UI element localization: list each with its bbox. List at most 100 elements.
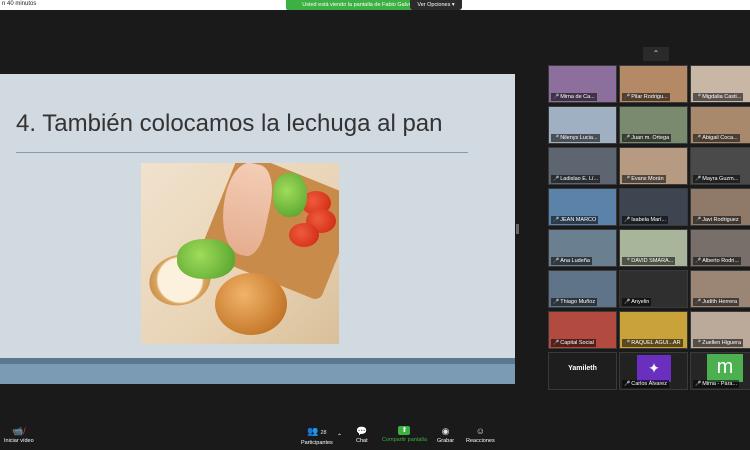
- participant-name: 🎤DAVID SMARA...: [622, 257, 676, 265]
- participant-tile[interactable]: 🎤Migdalia Casti...: [690, 65, 750, 103]
- mic-muted-icon: 🎤: [553, 94, 560, 100]
- slide-divider: [16, 152, 468, 153]
- participant-name-text: DAVID SMARA...: [631, 258, 674, 264]
- chat-icon: 💬: [356, 426, 368, 436]
- tomato-slice: [289, 223, 319, 247]
- participant-name-text: JEAN MARCO: [560, 217, 597, 223]
- participants-button[interactable]: 👥 28 Participantes: [301, 426, 333, 447]
- participant-name-text: Pilar Rodrigu...: [631, 94, 668, 100]
- participant-tile[interactable]: 🎤RAQUEL AGUI...AR: [619, 311, 688, 349]
- participant-name: 🎤Zuellen Higuera: [693, 339, 744, 347]
- reactions-icon: ☺: [475, 426, 485, 436]
- participant-tile[interactable]: 🎤DAVID SMARA...: [619, 229, 688, 267]
- participant-tile[interactable]: 🎤Juan m. Ortega: [619, 106, 688, 144]
- mic-muted-icon: 🎤: [553, 340, 560, 346]
- participant-tile[interactable]: 🎤JEAN MARCO: [548, 188, 617, 226]
- participant-name: 🎤Mirna de Ca...: [551, 93, 597, 101]
- mic-muted-icon: 🎤: [553, 135, 560, 141]
- mic-muted-icon: 🎤: [695, 135, 702, 141]
- participant-name: 🎤Juan m. Ortega: [622, 134, 672, 142]
- gallery-collapse-button[interactable]: ⌃: [643, 47, 669, 61]
- participant-name: 🎤Thiago Muñoz: [551, 298, 598, 306]
- participant-name-display: Yamileth: [568, 365, 597, 372]
- share-screen-button[interactable]: ⬆ Compartir pantalla: [382, 426, 427, 444]
- participant-tile[interactable]: 🎤Evans Morán: [619, 147, 688, 185]
- participant-name-text: Abigail Coca...: [702, 135, 738, 141]
- participant-tile[interactable]: ✦ 🎤Carlos Álvarez: [619, 352, 688, 390]
- participant-name: 🎤RAQUEL AGUI...AR: [622, 339, 683, 347]
- participant-name: 🎤Capital Social: [551, 339, 596, 347]
- meeting-timer: n 40 minutos: [2, 1, 37, 7]
- participants-icon: 👥 28: [307, 426, 327, 436]
- participant-name-text: Juan m. Ortega: [631, 135, 670, 141]
- participant-name-text: Ana Ludeña: [560, 258, 590, 264]
- share-screen-icon: ⬆: [398, 426, 411, 435]
- meeting-toolbar: 📹/ Iniciar vídeo 👥 28 Participantes ⌃ 💬 C…: [0, 422, 750, 450]
- participant-tile[interactable]: 🎤Nilenys Lucia...: [548, 106, 617, 144]
- participant-name: 🎤JEAN MARCO: [551, 216, 599, 224]
- participant-name-text: Anyelin: [631, 299, 650, 305]
- participant-name: 🎤Ana Ludeña: [551, 257, 592, 265]
- participant-name: 🎤Carlos Álvarez: [622, 380, 669, 388]
- participant-tile[interactable]: 🎤Thiago Muñoz: [548, 270, 617, 308]
- participant-tile[interactable]: Yamileth: [548, 352, 617, 390]
- participant-tile[interactable]: 🎤Isabela Marí...: [619, 188, 688, 226]
- participant-name-text: Ladislao E. Lí...: [560, 176, 599, 182]
- split-handle[interactable]: [516, 224, 519, 234]
- participant-avatar: m: [707, 354, 743, 382]
- mic-muted-icon: 🎤: [553, 217, 560, 223]
- participant-name: 🎤Mirna - Para...: [693, 380, 740, 388]
- mic-muted-icon: 🎤: [695, 217, 702, 223]
- mic-muted-icon: 🎤: [695, 340, 702, 346]
- participant-name-text: Zuellen Higuera: [702, 340, 742, 346]
- participant-name-text: Javi Rodriguez: [702, 217, 739, 223]
- mic-muted-icon: 🎤: [624, 381, 631, 387]
- participant-name-text: RAQUEL AGUI...AR: [631, 340, 681, 346]
- participant-tile[interactable]: 🎤Zuellen Higuera: [690, 311, 750, 349]
- participant-tile[interactable]: 🎤Pilar Rodrigu...: [619, 65, 688, 103]
- view-options-button[interactable]: Ver Opciones ▾: [410, 0, 462, 10]
- participant-tile[interactable]: 🎤Ladislao E. Lí...: [548, 147, 617, 185]
- record-button[interactable]: ◉ Grabar: [437, 426, 454, 445]
- start-video-button[interactable]: 📹/ Iniciar vídeo: [4, 426, 34, 445]
- mic-muted-icon: 🎤: [553, 176, 560, 182]
- mic-muted-icon: 🎤: [695, 94, 702, 100]
- participants-menu-arrow[interactable]: ⌃: [337, 434, 342, 441]
- participant-tile[interactable]: 🎤Javi Rodriguez: [690, 188, 750, 226]
- participant-name-text: Evans Morán: [631, 176, 664, 182]
- participant-tile[interactable]: 🎤Alberto Rodri...: [690, 229, 750, 267]
- slide-title: 4. También colocamos la lechuga al pan: [16, 110, 443, 137]
- participant-name: 🎤Isabela Marí...: [622, 216, 669, 224]
- participant-name-text: Migdalia Casti...: [702, 94, 742, 100]
- participant-name-text: Nilenys Lucia...: [560, 135, 598, 141]
- participant-name-text: Carlos Álvarez: [631, 381, 667, 387]
- mic-muted-icon: 🎤: [553, 258, 560, 264]
- participant-tile[interactable]: 🎤Judith Herrera: [690, 270, 750, 308]
- participant-tile[interactable]: m 🎤Mirna - Para...: [690, 352, 750, 390]
- participant-tile[interactable]: 🎤Mayra Guzm...: [690, 147, 750, 185]
- bun-top: [215, 273, 287, 335]
- participant-name: 🎤Alberto Rodri...: [693, 257, 741, 265]
- participant-name-text: Isabela Marí...: [631, 217, 667, 223]
- participant-logo-icon: ✦: [637, 355, 671, 382]
- mic-muted-icon: 🎤: [695, 176, 702, 182]
- mic-muted-icon: 🎤: [624, 299, 631, 305]
- slide-footer: [0, 364, 515, 384]
- participant-name-text: Thiago Muñoz: [560, 299, 596, 305]
- participant-name: 🎤Pilar Rodrigu...: [622, 93, 670, 101]
- video-off-icon: 📹/: [11, 426, 26, 436]
- participant-tile[interactable]: 🎤Anyelin: [619, 270, 688, 308]
- participant-name: 🎤Mayra Guzm...: [693, 175, 741, 183]
- mic-muted-icon: 🎤: [695, 299, 702, 305]
- mic-muted-icon: 🎤: [624, 135, 631, 141]
- mic-muted-icon: 🎤: [624, 258, 631, 264]
- participant-tile[interactable]: 🎤Ana Ludeña: [548, 229, 617, 267]
- participant-tile[interactable]: 🎤Mirna de Ca...: [548, 65, 617, 103]
- reactions-button[interactable]: ☺ Reacciones: [466, 426, 495, 445]
- mic-muted-icon: 🎤: [624, 340, 631, 346]
- participant-tile[interactable]: 🎤Abigail Coca...: [690, 106, 750, 144]
- participant-tile[interactable]: 🎤Capital Social: [548, 311, 617, 349]
- lettuce-leaf: [177, 239, 235, 279]
- participant-name: 🎤Migdalia Casti...: [693, 93, 744, 101]
- chat-button[interactable]: 💬 Chat: [356, 426, 368, 445]
